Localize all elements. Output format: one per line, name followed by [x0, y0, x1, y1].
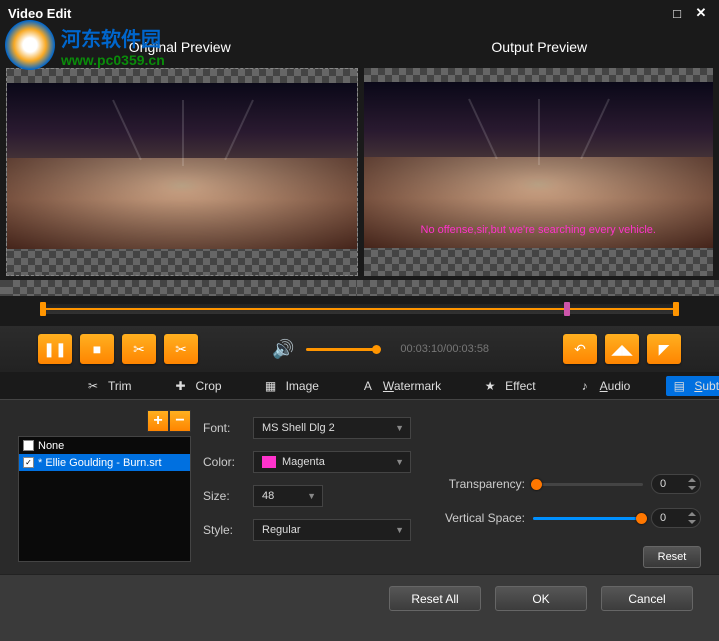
timecode: 00:03:10/00:03:58 [400, 343, 489, 355]
volume-icon[interactable]: 🔊 [272, 339, 294, 360]
tab-subtitle[interactable]: ▤Subtitle [666, 376, 719, 396]
video-area: No offense,sir,but we're searching every… [0, 68, 719, 280]
original-thumbnail [7, 83, 357, 249]
pause-button[interactable]: ❚❚ [38, 334, 72, 364]
tab-watermark[interactable]: AWatermark [355, 376, 447, 396]
image-icon: ▦ [264, 379, 278, 393]
flip-vertical-button[interactable]: ◤ [647, 334, 681, 364]
color-dropdown[interactable]: Magenta▼ [253, 451, 411, 473]
maximize-button[interactable]: □ [667, 5, 687, 21]
dialog-footer: Reset All OK Cancel [0, 574, 719, 622]
original-video-panel[interactable] [6, 68, 358, 276]
timeline[interactable] [0, 296, 719, 326]
vspace-slider[interactable] [533, 517, 643, 520]
tab-trim[interactable]: ✂Trim [80, 376, 138, 396]
window-title: Video Edit [8, 6, 71, 21]
cancel-button[interactable]: Cancel [601, 586, 693, 611]
scissors-icon: ✂ [86, 379, 100, 393]
checkbox[interactable]: ✓ [23, 457, 34, 468]
tab-audio[interactable]: ♪Audio [572, 376, 637, 396]
edit-tabs: ✂Trim ✚Crop ▦Image AWatermark ★Effect ♪A… [0, 372, 719, 399]
style-dropdown[interactable]: Regular▼ [253, 519, 411, 541]
reset-all-button[interactable]: Reset All [389, 586, 481, 611]
cut-start-button[interactable]: ✂ [122, 334, 156, 364]
style-label: Style: [203, 523, 245, 537]
playback-controls: ❚❚ ■ ✂ ✂ 🔊 00:03:10/00:03:58 ↶ ◢◣ ◤ [0, 326, 719, 372]
music-icon: ♪ [578, 379, 592, 393]
transparency-label: Transparency: [431, 477, 525, 491]
tab-crop[interactable]: ✚Crop [168, 376, 228, 396]
watermark-logo: 河东软件园 www.pc0359.cn [5, 20, 165, 70]
list-item[interactable]: ✓ * Ellie Goulding - Burn.srt [19, 454, 190, 471]
color-label: Color: [203, 455, 245, 469]
add-subtitle-button[interactable]: + [147, 410, 169, 432]
transparency-slider[interactable] [533, 483, 643, 486]
logo-chinese: 河东软件园 [61, 23, 165, 52]
watermark-icon: A [361, 379, 375, 393]
font-dropdown[interactable]: MS Shell Dlg 2▼ [253, 417, 411, 439]
reset-button[interactable]: Reset [643, 546, 701, 568]
tab-image[interactable]: ▦Image [258, 376, 325, 396]
list-item[interactable]: None [19, 437, 190, 454]
crop-icon: ✚ [174, 379, 188, 393]
volume-slider[interactable] [306, 348, 376, 351]
size-dropdown[interactable]: 48▼ [253, 485, 323, 507]
flip-horizontal-button[interactable]: ◢◣ [605, 334, 639, 364]
vspace-label: Vertical Space: [431, 511, 525, 525]
logo-icon [5, 20, 55, 70]
trim-end-handle[interactable] [673, 302, 679, 316]
playhead[interactable] [564, 302, 570, 316]
logo-url: www.pc0359.cn [61, 52, 165, 68]
star-icon: ★ [483, 379, 497, 393]
output-thumbnail: No offense,sir,but we're searching every… [364, 82, 714, 248]
trim-start-handle[interactable] [40, 302, 46, 316]
output-preview-label: Output Preview [360, 26, 719, 68]
close-button[interactable]: ✕ [691, 5, 711, 21]
output-video-panel[interactable]: No offense,sir,but we're searching every… [364, 68, 714, 276]
subtitle-icon: ▤ [672, 379, 686, 393]
subtitle-overlay: No offense,sir,but we're searching every… [364, 224, 714, 236]
transparency-spinner[interactable]: 0 [651, 474, 701, 494]
subtitle-editor: + − None ✓ * Ellie Goulding - Burn.srt F… [0, 399, 719, 574]
checkbox[interactable] [23, 440, 34, 451]
remove-subtitle-button[interactable]: − [169, 410, 191, 432]
cut-end-button[interactable]: ✂ [164, 334, 198, 364]
ok-button[interactable]: OK [495, 586, 587, 611]
undo-button[interactable]: ↶ [563, 334, 597, 364]
vspace-spinner[interactable]: 0 [651, 508, 701, 528]
size-label: Size: [203, 489, 245, 503]
tab-effect[interactable]: ★Effect [477, 376, 541, 396]
stop-button[interactable]: ■ [80, 334, 114, 364]
subtitle-list[interactable]: None ✓ * Ellie Goulding - Burn.srt [18, 436, 191, 562]
font-label: Font: [203, 421, 245, 435]
